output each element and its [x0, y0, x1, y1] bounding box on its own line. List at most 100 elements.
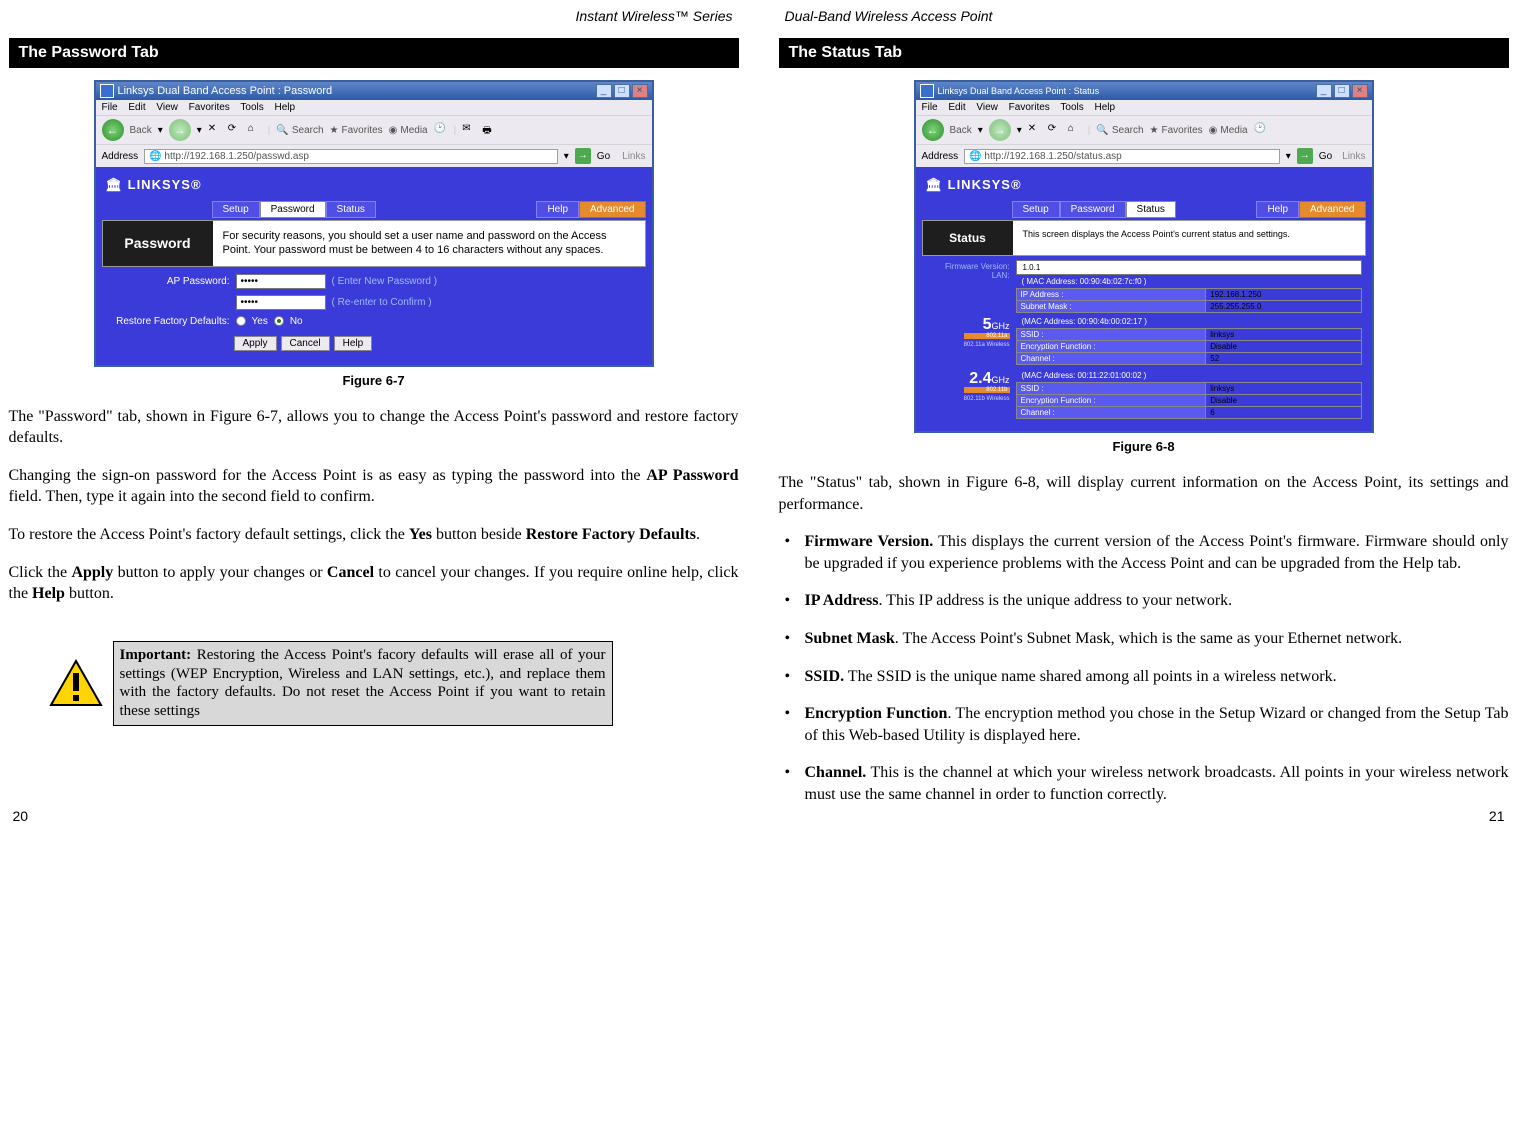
- print-icon[interactable]: 🖶: [482, 123, 496, 137]
- brand-logo: 🏛 LINKSYS®: [922, 173, 1366, 201]
- para-4: Click the Apply button to apply your cha…: [9, 562, 739, 605]
- app-icon: [100, 84, 114, 98]
- tab-status[interactable]: Status: [1126, 201, 1176, 218]
- toolbar[interactable]: ← Back ▾ → ▾ ✕ ⟳ ⌂ | 🔍 Search ★ Favorite…: [916, 115, 1372, 144]
- warning-icon: [49, 659, 103, 707]
- left-page: Instant Wireless™ Series The Password Ta…: [9, 8, 739, 822]
- running-head-right: Dual-Band Wireless Access Point: [779, 8, 1509, 28]
- back-icon[interactable]: ←: [102, 119, 124, 141]
- history-icon[interactable]: 🕑: [434, 123, 448, 137]
- tab-advanced[interactable]: Advanced: [579, 201, 645, 218]
- go-button[interactable]: →: [575, 148, 591, 164]
- radio-yes[interactable]: [236, 316, 246, 326]
- panel-side-label: Status: [923, 221, 1013, 255]
- page-number-20: 20: [13, 808, 29, 824]
- close-icon: ×: [1352, 84, 1368, 98]
- right-page: Dual-Band Wireless Access Point The Stat…: [779, 8, 1509, 822]
- tab-advanced[interactable]: Advanced: [1299, 201, 1365, 218]
- warning-text: Important: Restoring the Access Point's …: [113, 641, 613, 726]
- bullet-channel: Channel. This is the channel at which yo…: [779, 762, 1509, 805]
- lan-mac: ( MAC Address: 00:90:4b:02:7c:f0 ): [1016, 275, 1362, 288]
- radio-no[interactable]: [274, 316, 284, 326]
- section-title-status: The Status Tab: [779, 38, 1509, 68]
- back-button[interactable]: Back: [950, 125, 972, 136]
- stop-icon: ✕: [1028, 123, 1042, 137]
- figure-6-7-caption: Figure 6-7: [9, 373, 739, 388]
- address-label: Address: [922, 151, 959, 162]
- go-label[interactable]: Go: [597, 151, 610, 162]
- search-button[interactable]: 🔍 Search: [1096, 125, 1143, 136]
- bullet-encryption: Encryption Function. The encryption meth…: [779, 703, 1509, 746]
- apply-button[interactable]: Apply: [234, 336, 277, 351]
- bullet-firmware: Firmware Version. This displays the curr…: [779, 531, 1509, 574]
- warning-callout: Important: Restoring the Access Point's …: [49, 641, 739, 726]
- address-input[interactable]: 🌐 http://192.168.1.250/passwd.asp: [144, 149, 558, 164]
- page-content: 🏛 LINKSYS® Setup Password Status Help Ad…: [96, 167, 652, 365]
- media-button[interactable]: ◉ Media: [1209, 125, 1248, 136]
- minimize-icon: _: [1316, 84, 1332, 98]
- tab-setup[interactable]: Setup: [1012, 201, 1060, 218]
- tab-help[interactable]: Help: [536, 201, 579, 218]
- section-title-password: The Password Tab: [9, 38, 739, 68]
- back-icon[interactable]: ←: [922, 119, 944, 141]
- password-form: AP Password: ••••• ( Enter New Password …: [102, 267, 646, 359]
- figure-6-8-caption: Figure 6-8: [779, 439, 1509, 454]
- fw-label: Firmware Version:: [928, 262, 1010, 271]
- favorites-button[interactable]: ★ Favorites: [330, 125, 383, 136]
- window-controls[interactable]: _□×: [1314, 84, 1368, 98]
- window-title: Linksys Dual Band Access Point : Status: [938, 86, 1100, 96]
- address-input[interactable]: 🌐 http://192.168.1.250/status.asp: [964, 149, 1280, 164]
- links-label[interactable]: Links: [622, 151, 645, 162]
- help-button[interactable]: Help: [334, 336, 373, 351]
- ap-password-input[interactable]: •••••: [236, 274, 326, 289]
- forward-icon[interactable]: →: [169, 119, 191, 141]
- para-1: The "Password" tab, shown in Figure 6-7,…: [9, 406, 739, 449]
- status-grid: Firmware Version: LAN: 1.0.1 ( MAC Addre…: [922, 256, 1366, 425]
- tab-password[interactable]: Password: [260, 201, 326, 218]
- bullet-ssid: SSID. The SSID is the unique name shared…: [779, 666, 1509, 688]
- right-body-text: The "Status" tab, shown in Figure 6-8, w…: [779, 472, 1509, 822]
- search-button[interactable]: 🔍 Search: [276, 125, 323, 136]
- back-button[interactable]: Back: [130, 125, 152, 136]
- go-button[interactable]: →: [1297, 148, 1313, 164]
- address-bar: Address 🌐 http://192.168.1.250/passwd.as…: [96, 144, 652, 167]
- fw-value: 1.0.1: [1016, 260, 1362, 275]
- menu-bar[interactable]: File Edit View Favorites Tools Help: [96, 100, 652, 115]
- para-status-intro: The "Status" tab, shown in Figure 6-8, w…: [779, 472, 1509, 515]
- password-panel: Password For security reasons, you shoul…: [102, 220, 646, 267]
- refresh-icon[interactable]: ⟳: [228, 123, 242, 137]
- home-icon[interactable]: ⌂: [248, 123, 262, 137]
- mail-icon[interactable]: ✉: [462, 123, 476, 137]
- media-button[interactable]: ◉ Media: [389, 125, 428, 136]
- tab-help[interactable]: Help: [1256, 201, 1299, 218]
- tab-status[interactable]: Status: [326, 201, 376, 218]
- page-spread: Instant Wireless™ Series The Password Ta…: [9, 8, 1509, 822]
- hint-confirm: ( Re-enter to Confirm ): [332, 297, 432, 308]
- restore-label: Restore Factory Defaults:: [110, 316, 230, 327]
- panel-side-label: Password: [103, 221, 213, 266]
- toolbar[interactable]: ← Back ▾ → ▾ ✕ ⟳ ⌂ | 🔍 Search ★ Favorite…: [96, 115, 652, 144]
- config-tabs: Setup Password Status Help Advanced: [102, 201, 646, 218]
- favorites-button[interactable]: ★ Favorites: [1150, 125, 1203, 136]
- bullet-subnet: Subnet Mask. The Access Point's Subnet M…: [779, 628, 1509, 650]
- w24-mac: (MAC Address: 00:11:22:01:00:02 ): [1016, 369, 1362, 382]
- menu-bar[interactable]: File Edit View Favorites Tools Help: [916, 100, 1372, 115]
- tab-setup[interactable]: Setup: [212, 201, 260, 218]
- lan-table: IP Address :192.168.1.250 Subnet Mask :2…: [1016, 288, 1362, 313]
- cancel-button[interactable]: Cancel: [281, 336, 330, 351]
- panel-description: This screen displays the Access Point's …: [1013, 221, 1365, 255]
- refresh-icon: ⟳: [1048, 123, 1062, 137]
- ap-password-confirm-input[interactable]: •••••: [236, 295, 326, 310]
- go-label[interactable]: Go: [1319, 151, 1332, 162]
- maximize-icon: □: [1334, 84, 1350, 98]
- w5-mac: (MAC Address: 00:90:4b:00:02:17 ): [1016, 315, 1362, 328]
- config-tabs: Setup Password Status Help Advanced: [922, 201, 1366, 218]
- left-body-text: The "Password" tab, shown in Figure 6-7,…: [9, 406, 739, 621]
- figure-6-7-browser: Linksys Dual Band Access Point : Passwor…: [94, 80, 654, 367]
- home-icon: ⌂: [1068, 123, 1082, 137]
- links-label[interactable]: Links: [1342, 151, 1365, 162]
- window-controls[interactable]: _□×: [594, 84, 648, 98]
- forward-icon[interactable]: →: [989, 119, 1011, 141]
- tab-password[interactable]: Password: [1060, 201, 1126, 218]
- stop-icon[interactable]: ✕: [208, 123, 222, 137]
